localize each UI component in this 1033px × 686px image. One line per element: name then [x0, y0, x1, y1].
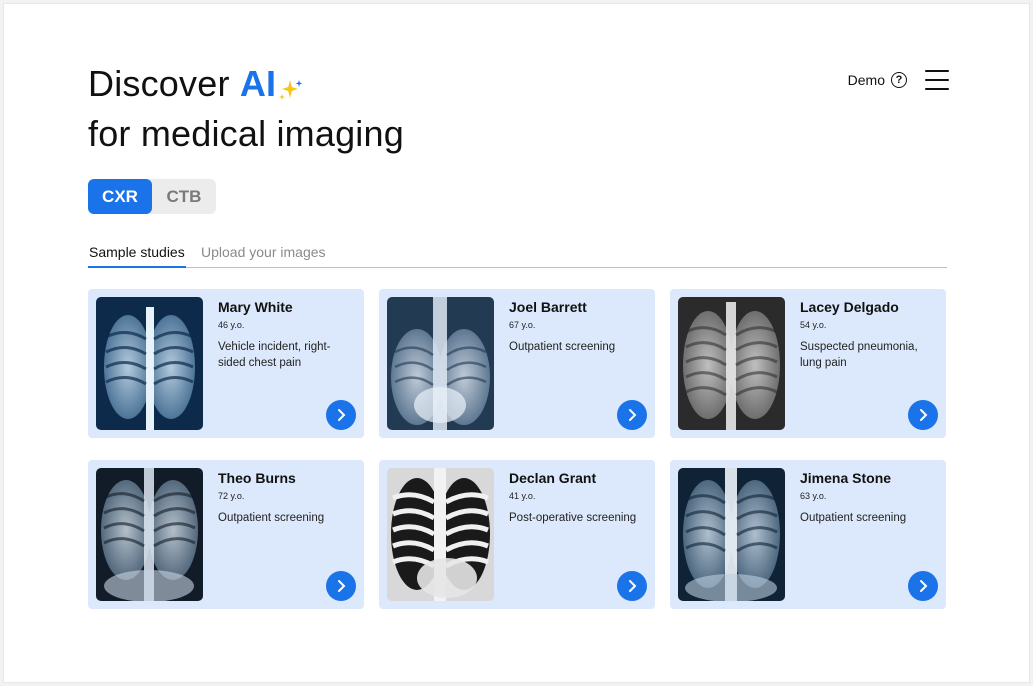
chevron-right-icon	[920, 580, 928, 592]
tab-upload-images[interactable]: Upload your images	[201, 244, 326, 268]
study-card[interactable]: Theo Burns 72 y.o. Outpatient screening	[88, 460, 364, 609]
tab-sample-studies[interactable]: Sample studies	[88, 244, 186, 268]
study-card[interactable]: Jimena Stone 63 y.o. Outpatient screenin…	[670, 460, 946, 609]
patient-age: 67 y.o.	[509, 320, 536, 330]
study-description: Suspected pneumonia, lung pain	[800, 341, 918, 369]
hero-ai-text: AI	[239, 63, 277, 104]
study-description: Outpatient screening	[509, 341, 616, 353]
open-study-button[interactable]	[617, 571, 647, 601]
study-card[interactable]: Lacey Delgado 54 y.o. Suspected pneumoni…	[670, 289, 946, 438]
study-card[interactable]: Joel Barrett 67 y.o. Outpatient screenin…	[379, 289, 655, 438]
question-circle-icon[interactable]: ?	[891, 72, 907, 88]
patient-name: Theo Burns	[218, 470, 296, 486]
patient-age: 46 y.o.	[218, 320, 245, 330]
hero-line-1: Discover AI	[88, 62, 404, 112]
chevron-right-icon	[338, 409, 346, 421]
toggle-cxr[interactable]: CXR	[88, 179, 152, 214]
patient-age: 72 y.o.	[218, 491, 245, 501]
open-study-button[interactable]	[908, 571, 938, 601]
open-study-button[interactable]	[908, 400, 938, 430]
chevron-right-icon	[338, 580, 346, 592]
open-study-button[interactable]	[617, 400, 647, 430]
hamburger-menu-icon[interactable]	[925, 70, 949, 90]
patient-name: Mary White	[218, 299, 293, 315]
study-tabs: Sample studies Upload your images	[88, 244, 947, 268]
study-card[interactable]: Mary White 46 y.o. Vehicle incident, rig…	[88, 289, 364, 438]
patient-name: Jimena Stone	[800, 470, 892, 486]
patient-name: Joel Barrett	[509, 299, 587, 315]
toggle-ctb[interactable]: CTB	[152, 179, 216, 214]
xray-thumbnail	[678, 468, 785, 601]
open-study-button[interactable]	[326, 571, 356, 601]
patient-age: 63 y.o.	[800, 491, 827, 501]
open-study-button[interactable]	[326, 400, 356, 430]
modality-toggle: CXR CTB	[88, 179, 216, 214]
demo-label: Demo	[847, 72, 885, 88]
chevron-right-icon	[629, 409, 637, 421]
xray-thumbnail	[387, 468, 494, 601]
hero-line-2: for medical imaging	[88, 113, 404, 154]
xray-thumbnail	[678, 297, 785, 430]
xray-thumbnail	[96, 468, 203, 601]
patient-name: Declan Grant	[509, 470, 597, 486]
patient-age: 54 y.o.	[800, 320, 827, 330]
xray-thumbnail	[96, 297, 203, 430]
hero-heading: Discover AI for medical imaging	[88, 62, 404, 156]
patient-age: 41 y.o.	[509, 491, 536, 501]
study-card[interactable]: Declan Grant 41 y.o. Post-operative scre…	[379, 460, 655, 609]
app-frame: Discover AI for medical imaging Demo ? C…	[3, 3, 1030, 683]
study-description: Post-operative screening	[509, 512, 637, 524]
study-description: Outpatient screening	[800, 512, 907, 524]
patient-name: Lacey Delgado	[800, 299, 899, 315]
header-actions: Demo ?	[848, 70, 949, 90]
xray-thumbnail	[387, 297, 494, 430]
sparkle-icon	[278, 68, 304, 112]
chevron-right-icon	[629, 580, 637, 592]
hero-discover-text: Discover	[88, 63, 230, 104]
study-description: Outpatient screening	[218, 512, 325, 524]
study-description: Vehicle incident, right-sided chest pain	[218, 341, 331, 369]
chevron-right-icon	[920, 409, 928, 421]
